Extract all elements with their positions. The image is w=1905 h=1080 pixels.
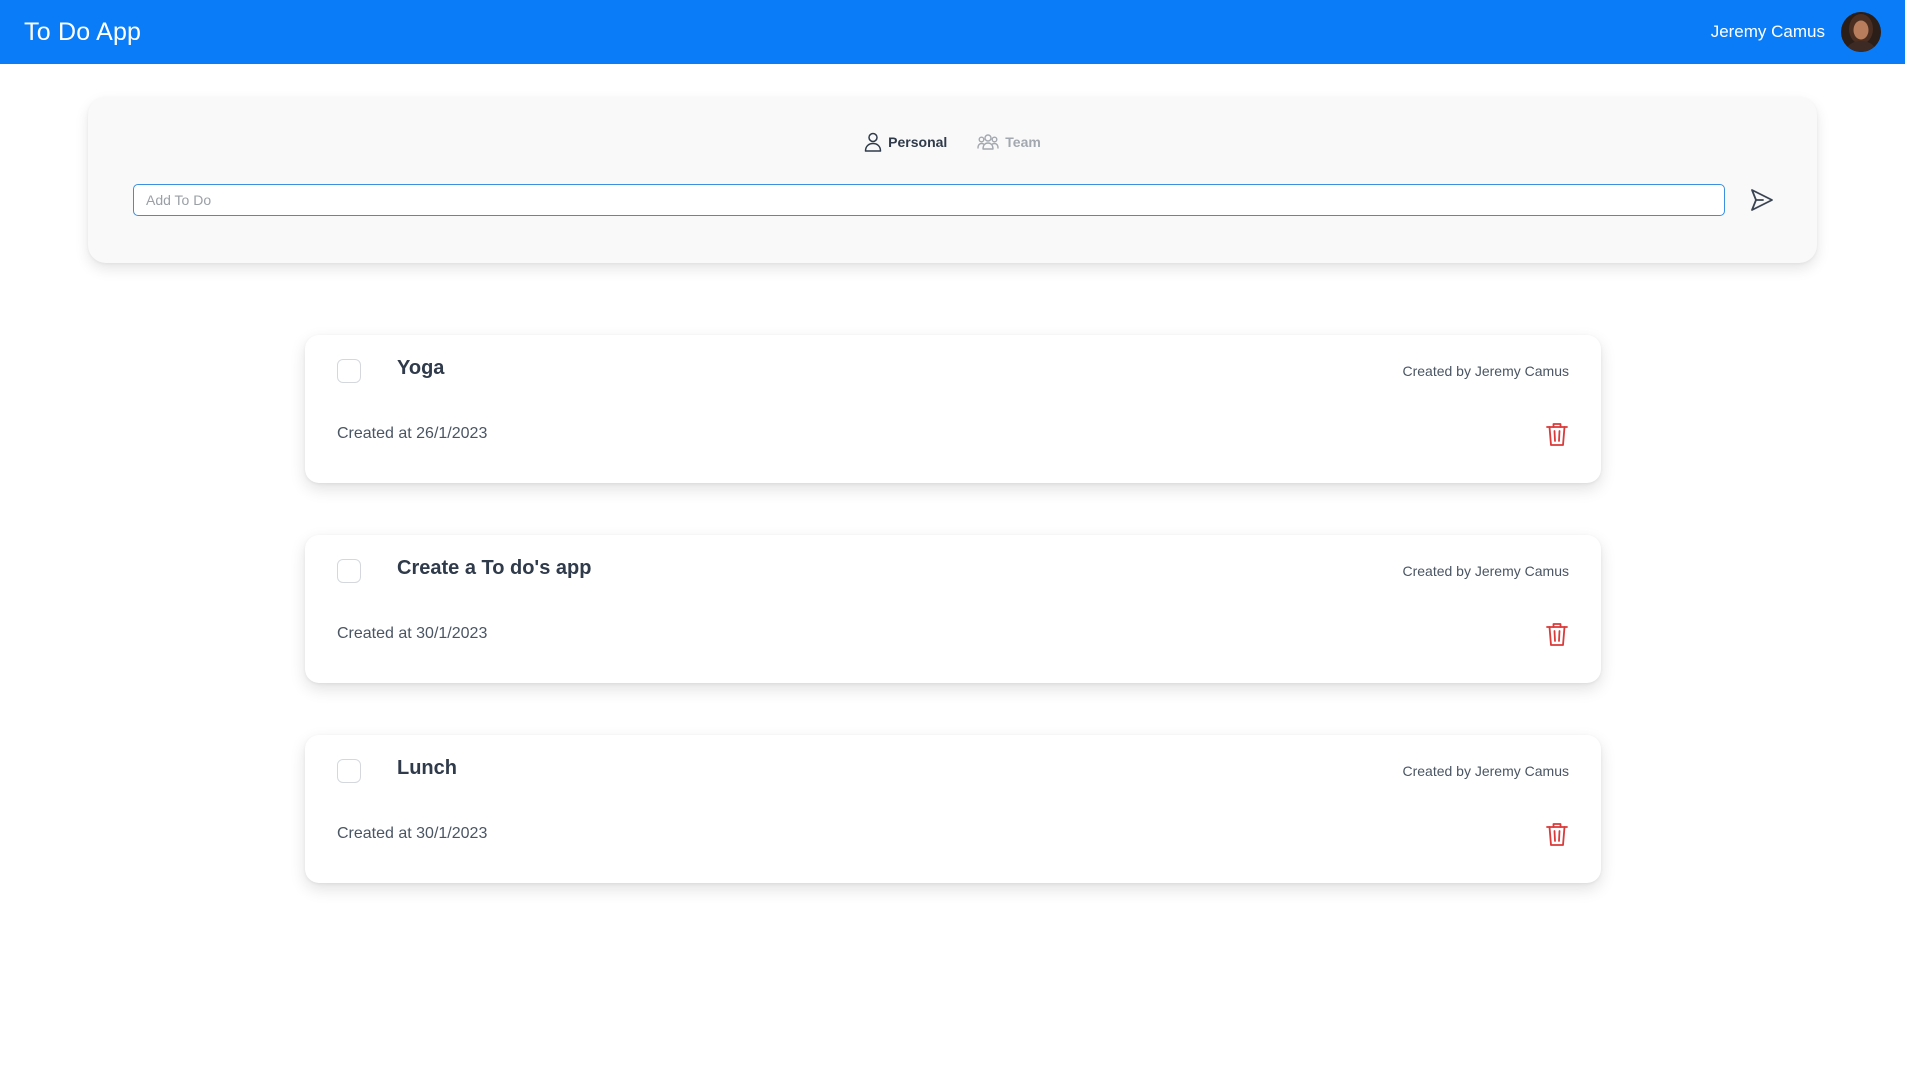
todo-checkbox[interactable] — [337, 559, 361, 583]
todo-title: Yoga — [397, 357, 445, 379]
avatar[interactable] — [1841, 12, 1881, 52]
send-icon — [1751, 189, 1773, 211]
todo-card: Lunch Created by Jeremy Camus Created at… — [305, 735, 1601, 883]
todo-composer: Personal Team — [88, 97, 1817, 263]
todo-card: Yoga Created by Jeremy Camus Created at … — [305, 335, 1601, 483]
user-icon — [864, 132, 882, 152]
team-icon — [977, 134, 999, 150]
navbar: To Do App Jeremy Camus — [0, 0, 1905, 64]
tab-team[interactable]: Team — [977, 132, 1041, 152]
todo-checkbox[interactable] — [337, 759, 361, 783]
user-name: Jeremy Camus — [1710, 22, 1825, 41]
tab-personal[interactable]: Personal — [864, 132, 947, 152]
user-menu[interactable]: Jeremy Camus — [1711, 12, 1881, 52]
todo-title: Create a To do's app — [397, 557, 592, 579]
todo-list: Yoga Created by Jeremy Camus Created at … — [305, 335, 1601, 935]
delete-button[interactable] — [1545, 821, 1569, 847]
todo-created-date: Created at 30/1/2023 — [337, 625, 488, 642]
delete-button[interactable] — [1545, 621, 1569, 647]
todo-created-date: Created at 26/1/2023 — [337, 425, 488, 442]
trash-icon — [1546, 423, 1568, 446]
tab-bar: Personal Team — [88, 132, 1817, 152]
todo-author: Created by Jeremy Camus — [1402, 563, 1569, 579]
tab-team-label: Team — [1005, 134, 1041, 150]
todo-author: Created by Jeremy Camus — [1402, 363, 1569, 379]
send-button[interactable] — [1748, 187, 1776, 215]
trash-icon — [1546, 823, 1568, 846]
todo-created-date: Created at 30/1/2023 — [337, 825, 488, 842]
trash-icon — [1546, 623, 1568, 646]
todo-checkbox[interactable] — [337, 359, 361, 383]
add-todo-input[interactable] — [133, 184, 1725, 216]
app-title: To Do App — [24, 17, 142, 46]
todo-author: Created by Jeremy Camus — [1402, 763, 1569, 779]
delete-button[interactable] — [1545, 421, 1569, 447]
todo-title: Lunch — [397, 757, 457, 779]
tab-personal-label: Personal — [888, 134, 948, 150]
todo-card: Create a To do's app Created by Jeremy C… — [305, 535, 1601, 683]
